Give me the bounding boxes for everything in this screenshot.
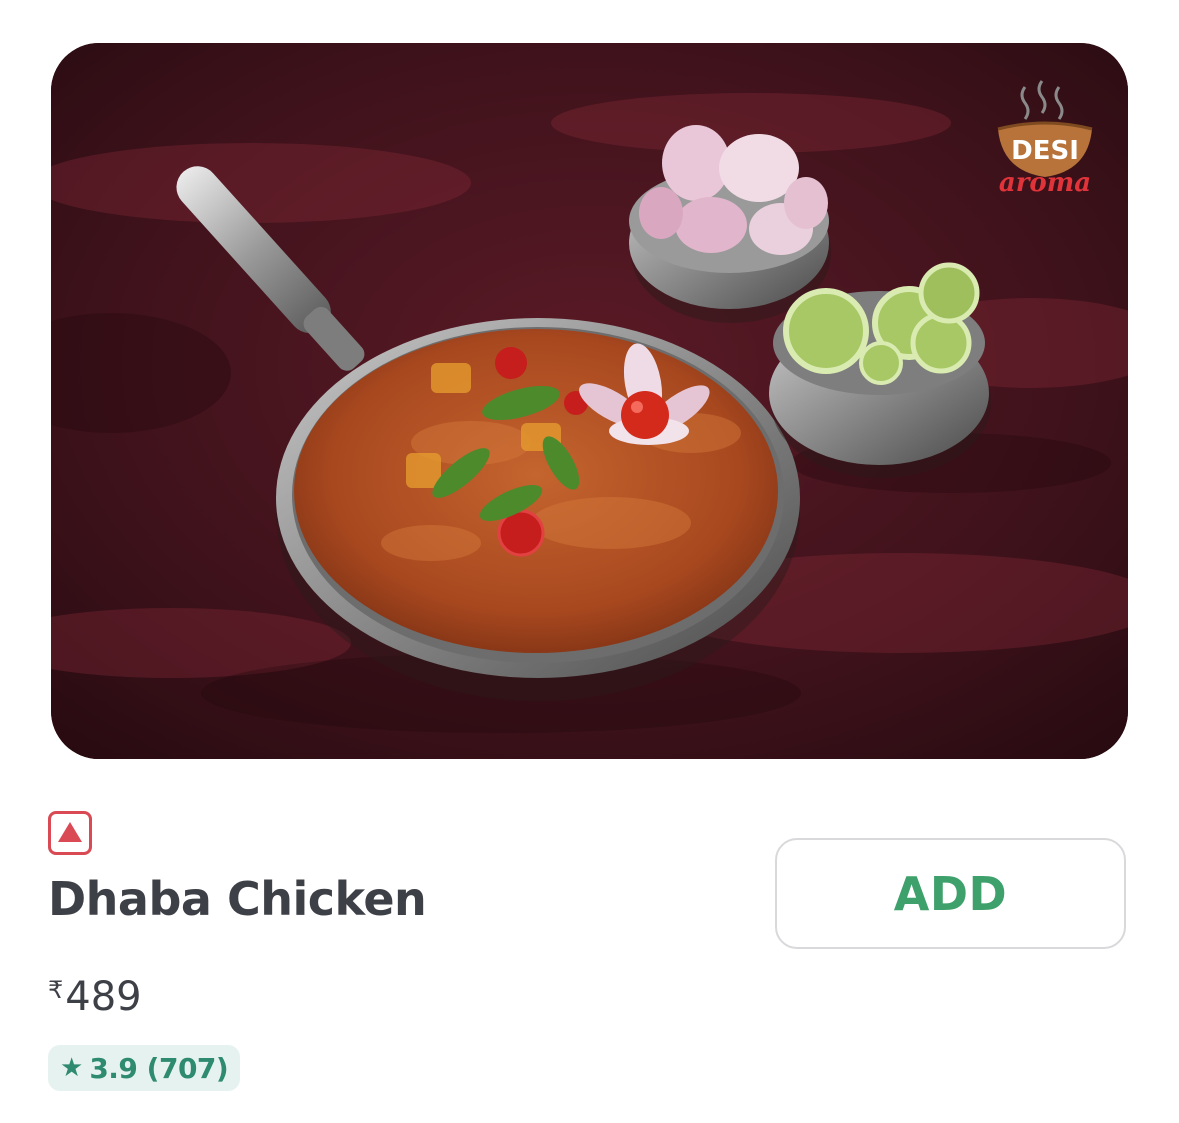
add-button[interactable]: ADD [775,838,1126,949]
non-veg-triangle-icon [58,821,82,842]
dish-image[interactable]: DESI aroma [51,43,1128,759]
desi-aroma-logo-icon: DESI aroma [997,80,1093,198]
logo-text-aroma: aroma [999,168,1091,198]
add-button-label: ADD [893,866,1008,921]
dish-photo [51,43,1128,759]
brand-logo: DESI aroma [980,67,1110,217]
rating-badge: ★ 3.9 (707) [48,1045,241,1091]
logo-text-desi: DESI [1011,136,1079,166]
star-icon: ★ [60,1053,84,1083]
item-price: ₹489 [48,974,142,1020]
rating-text: 3.9 (707) [89,1051,229,1085]
currency-symbol: ₹ [48,976,64,1004]
price-amount: 489 [65,974,142,1020]
non-veg-icon [48,811,92,855]
item-name: Dhaba Chicken [48,872,427,926]
